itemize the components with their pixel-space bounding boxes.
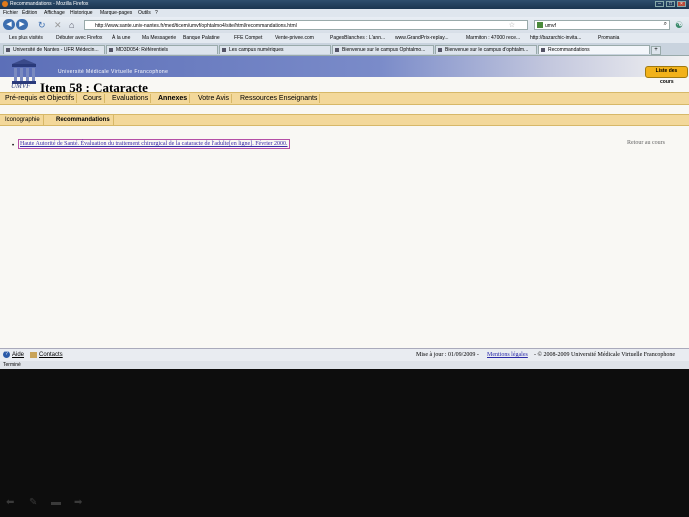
tab[interactable]: Université de Nantes - UFR Médecin... [3,45,105,54]
contacts-link[interactable]: Contacts [39,352,63,358]
window-title-bar: Recommandations - Mozilla Firefox – □ × [0,0,689,9]
bookmark-item[interactable]: www.GrandPrix-replay... [395,35,449,41]
sub-navigation: Iconographie Recommandations [0,114,689,126]
page-footer: ? Aide Contacts Mise à jour : 01/09/2009… [0,348,689,361]
reload-icon[interactable]: ↻ [38,20,46,30]
previous-icon[interactable]: ⬅ [6,497,14,508]
back-button[interactable]: ◀ [3,19,15,30]
page-icon [109,48,113,52]
subtab-recommandations[interactable]: Recommandations [53,115,114,125]
menu-help[interactable]: ? [155,10,158,16]
bookmark-item[interactable]: Débuter avec Firefox [56,35,102,41]
window-title: Recommandations - Mozilla Firefox [10,1,89,7]
tab-active[interactable]: Recommandations [538,45,650,54]
tab[interactable]: Bienvenue sur le campus Ophtalmo... [332,45,434,54]
bookmark-item[interactable]: Vente-privee.com [275,35,314,41]
page-icon [438,48,442,52]
site-banner: Université Médicale Virtuelle Francophon… [0,56,689,77]
maximize-icon[interactable]: □ [666,1,675,7]
bookmark-item[interactable]: Les plus visités [9,35,43,41]
search-engine-icon[interactable] [537,22,543,28]
tab-cours[interactable]: Cours [81,94,105,103]
firefox-icon [2,1,8,7]
tab-strip: Université de Nantes - UFR Médecin... MD… [0,43,689,56]
bookmark-item[interactable]: PagesBlanches : L'ann... [330,35,385,41]
page-icon [541,48,545,52]
url-bar[interactable]: http://www.sante.univ-nantes.fr/med/tice… [84,20,528,30]
tab-votre-avis[interactable]: Votre Avis [196,94,233,103]
menu-edit[interactable]: Édition [22,10,37,16]
tab[interactable]: MD3D054: Référentiels [106,45,218,54]
bookmark-item[interactable]: À la une [112,35,130,41]
next-icon[interactable]: ➡ [74,497,82,508]
page-icon [335,48,339,52]
subtab-iconographie[interactable]: Iconographie [2,115,44,125]
status-text: Terminé [3,362,21,368]
url-text: http://www.sante.univ-nantes.fr/med/tice… [95,23,297,29]
search-input[interactable]: umvf ⌕ [534,20,670,30]
screen-icon[interactable]: ▬ [51,497,61,508]
aide-link[interactable]: Aide [12,352,24,358]
close-icon[interactable]: × [677,1,686,7]
tab-annexes[interactable]: Annexes [156,94,191,103]
menu-bar: Fichier Édition Affichage Historique Mar… [0,9,689,17]
tab[interactable]: Bienvenue sur le campus d'ophtalm... [435,45,537,54]
minimize-icon[interactable]: – [655,1,664,7]
bookmark-item[interactable]: Marmiton : 47000 rece... [466,35,520,41]
help-icon[interactable]: ? [3,351,10,358]
star-icon[interactable]: ☆ [509,21,515,29]
search-icon[interactable]: ⌕ [664,21,667,28]
reference-link[interactable]: Haute Autorité de Santé. Évaluation du t… [18,139,290,149]
web-page: Université Médicale Virtuelle Francophon… [0,56,689,348]
bookmark-item[interactable]: Promania [598,35,619,41]
forward-button[interactable]: ▶ [16,19,28,30]
list-bullet: • [12,143,15,149]
bookmark-item[interactable]: Ma Messagerie [142,35,176,41]
tab-prerequis[interactable]: Pré-requis et Objectifs [3,94,78,103]
liste-des-cours-label[interactable]: cours [660,79,674,85]
tab[interactable]: Les campus numériques [219,45,331,54]
menu-bookmarks[interactable]: Marque-pages [100,10,132,16]
menu-file[interactable]: Fichier [3,10,18,16]
status-bar: Terminé [0,361,689,369]
bookmark-item[interactable]: Banque Palatine [183,35,220,41]
main-navigation: Pré-requis et Objectifs Cours Evaluation… [0,92,689,105]
tab-evaluations[interactable]: Evaluations [110,94,152,103]
contacts-icon[interactable] [30,352,37,358]
bookmark-item[interactable]: http://bazarchic-invita... [530,35,581,41]
university-name: Université Médicale Virtuelle Francophon… [58,69,169,75]
svg-text:UMVF: UMVF [11,82,31,89]
home-icon[interactable]: ⌂ [69,20,74,30]
addon-icon[interactable]: ☯ [675,20,683,30]
bookmark-item[interactable]: FFE Compet [234,35,262,41]
new-tab-button[interactable]: + [651,46,661,55]
umvf-logo-icon[interactable]: UMVF [10,59,38,89]
tab-ressources-enseignants[interactable]: Ressources Enseignants [238,94,321,103]
search-value: umvf [545,23,556,29]
last-update-text: Mise à jour : 01/09/2009 - [416,352,479,358]
mentions-legales-link[interactable]: Mentions légales [487,352,528,358]
copyright-text: - © 2008-2009 Université Médicale Virtue… [534,352,676,358]
bookmarks-toolbar: Les plus visités Débuter avec Firefox À … [0,33,689,43]
page-icon [222,48,226,52]
pen-icon[interactable]: ✎ [29,497,37,508]
page-icon [6,48,10,52]
retour-au-cours-link[interactable]: Retour au cours [627,140,665,146]
menu-view[interactable]: Affichage [44,10,65,16]
menu-history[interactable]: Historique [70,10,93,16]
stop-icon[interactable]: ✕ [54,20,62,30]
liste-des-cours-button[interactable]: Liste des [645,66,688,78]
navigation-toolbar: ◀ ▶ ↻ ✕ ⌂ http://www.sante.univ-nantes.f… [0,17,689,33]
viewer-controls-area: ⬅ ✎ ▬ ➡ [0,369,689,517]
menu-tools[interactable]: Outils [138,10,151,16]
